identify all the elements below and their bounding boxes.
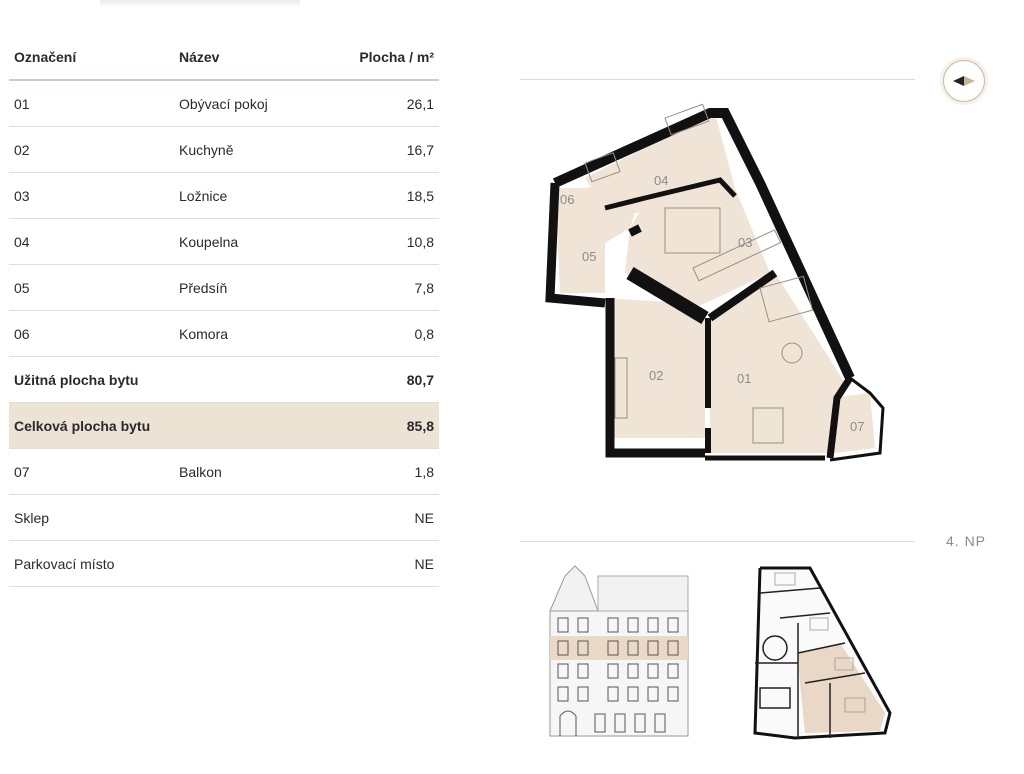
row-code: 06 [14, 325, 30, 342]
floor-label: 4. NP [946, 533, 987, 549]
row-code: 07 [14, 463, 30, 480]
row-area: 10,8 [406, 233, 434, 250]
table-row: 01 Obývací pokoj 26,1 [9, 81, 439, 127]
header-area: Plocha / m² [359, 48, 434, 65]
row-code: 02 [14, 141, 30, 158]
row-name: Komora [179, 325, 229, 342]
row-code: Parkovací místo [14, 555, 115, 572]
header-code: Označení [14, 48, 77, 65]
table-row: 05 Předsíň 7,8 [9, 265, 439, 311]
total-area-label: Celková plocha bytu [14, 417, 151, 434]
row-code: 04 [14, 233, 30, 250]
plan-top-divider [520, 79, 915, 80]
row-code: Sklep [14, 509, 50, 526]
table-header: Označení Název Plocha / m² [9, 34, 439, 81]
row-code: 01 [14, 95, 30, 112]
usable-area-value: 80,7 [406, 371, 434, 388]
usable-area-label: Užitná plocha bytu [14, 371, 139, 388]
floor-key-plan [753, 566, 892, 740]
usable-area-row: Užitná plocha bytu 80,7 [9, 357, 439, 403]
row-area: 16,7 [406, 141, 434, 158]
room-label-07: 07 [850, 419, 864, 434]
table-row: 07 Balkon 1,8 [9, 449, 439, 495]
room-label-06: 06 [560, 192, 574, 207]
floor-plan: 01 02 03 04 05 06 07 [545, 103, 885, 462]
row-area: 1,8 [414, 463, 434, 480]
table-row: 06 Komora 0,8 [9, 311, 439, 357]
row-area: 18,5 [406, 187, 434, 204]
table-row: 04 Koupelna 10,8 [9, 219, 439, 265]
table-row: 02 Kuchyně 16,7 [9, 127, 439, 173]
table-row: 03 Ložnice 18,5 [9, 173, 439, 219]
row-name: Obývací pokoj [179, 95, 268, 112]
building-facade [549, 565, 689, 737]
compass-icon [943, 60, 985, 102]
row-code: 05 [14, 279, 30, 296]
row-area: NE [414, 555, 434, 572]
room-label-05: 05 [582, 249, 596, 264]
top-fade [100, 0, 300, 8]
row-name: Balkon [179, 463, 222, 480]
room-label-01: 01 [737, 371, 751, 386]
row-area: 7,8 [414, 279, 434, 296]
table-row: Sklep NE [9, 495, 439, 541]
row-area: 0,8 [414, 325, 434, 342]
room-label-02: 02 [649, 368, 663, 383]
header-name: Název [179, 48, 220, 65]
room-label-04: 04 [654, 173, 668, 188]
row-code: 03 [14, 187, 30, 204]
row-name: Ložnice [179, 187, 228, 204]
area-table: Označení Název Plocha / m² 01 Obývací po… [9, 34, 439, 587]
plan-bottom-divider [520, 541, 915, 542]
row-name: Kuchyně [179, 141, 234, 158]
total-area-row: Celková plocha bytu 85,8 [9, 403, 439, 449]
row-name: Koupelna [179, 233, 239, 250]
row-area: NE [414, 509, 434, 526]
total-area-value: 85,8 [406, 417, 434, 434]
table-row: Parkovací místo NE [9, 541, 439, 587]
row-area: 26,1 [406, 95, 434, 112]
row-name: Předsíň [179, 279, 228, 296]
room-label-03: 03 [738, 235, 752, 250]
